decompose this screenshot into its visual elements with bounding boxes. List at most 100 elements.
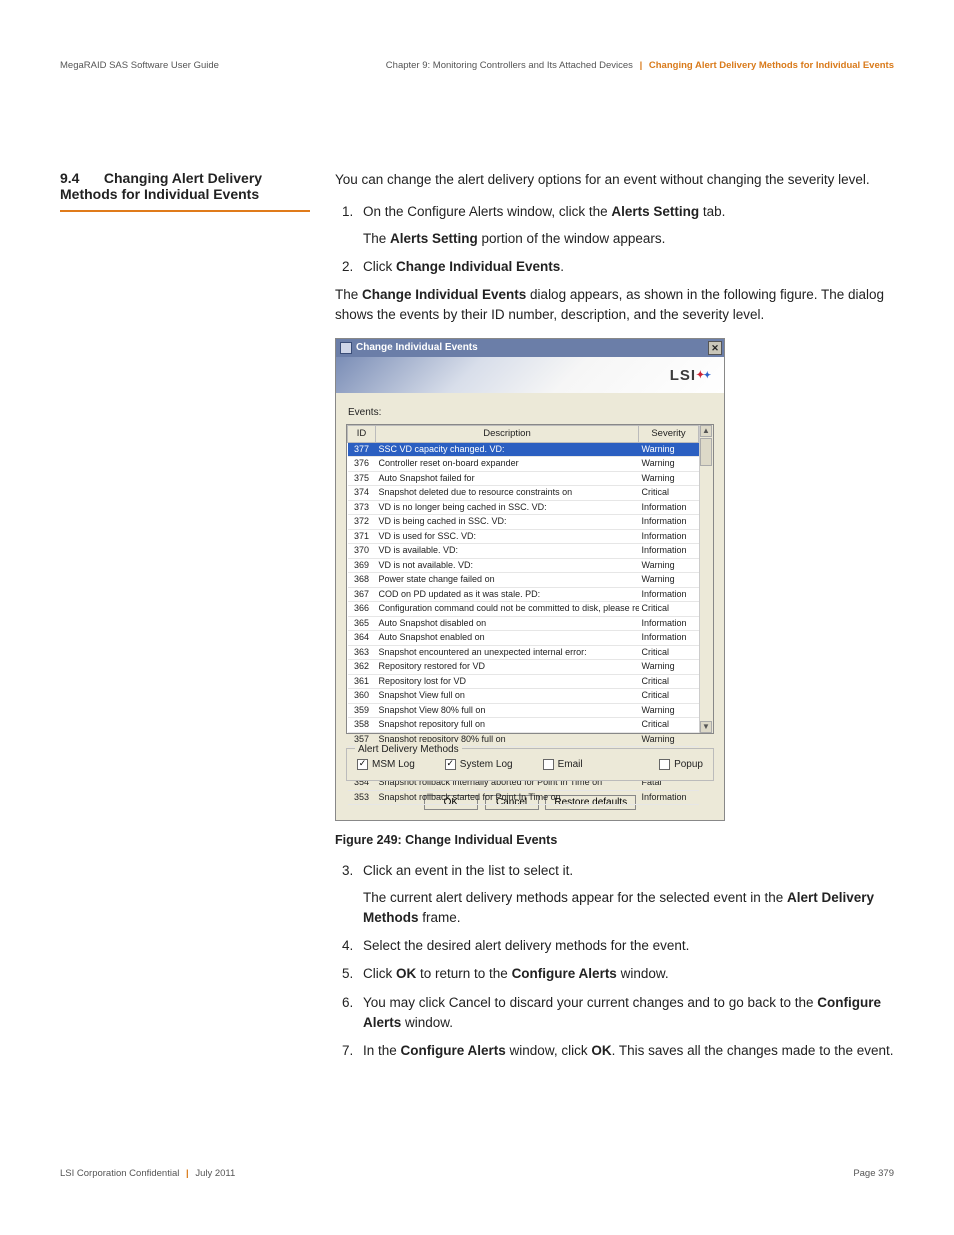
steps-list-1: On the Configure Alerts window, click th… xyxy=(357,202,894,277)
cell-severity: Information xyxy=(639,544,699,559)
table-row[interactable]: 371VD is used for SSC. VD:Information xyxy=(348,529,699,544)
cell-id: 368 xyxy=(348,573,376,588)
msm-log-checkbox[interactable]: ✓ MSM Log xyxy=(357,757,415,772)
scroll-down-icon[interactable]: ▼ xyxy=(700,721,712,733)
table-row[interactable]: 375Auto Snapshot failed forWarning xyxy=(348,471,699,486)
dialog-banner: LSI✦ xyxy=(336,357,724,393)
checkbox-icon[interactable]: ✓ xyxy=(357,759,368,770)
cell-id: 359 xyxy=(348,703,376,718)
pre-figure-paragraph: The Change Individual Events dialog appe… xyxy=(335,285,894,326)
lsi-logo: LSI✦ xyxy=(670,365,712,388)
table-row[interactable]: 373VD is no longer being cached in SSC. … xyxy=(348,500,699,515)
steps-list-2: Click an event in the list to select it.… xyxy=(357,861,894,1061)
table-row[interactable]: 374Snapshot deleted due to resource cons… xyxy=(348,486,699,501)
section-breadcrumb: Changing Alert Delivery Methods for Indi… xyxy=(649,60,894,71)
cell-severity: Critical xyxy=(639,486,699,501)
cell-severity: Critical xyxy=(639,689,699,704)
cell-severity: Warning xyxy=(639,457,699,472)
close-icon[interactable]: ✕ xyxy=(708,341,722,355)
table-row[interactable]: 372VD is being cached in SSC. VD:Informa… xyxy=(348,515,699,530)
table-row[interactable]: 360Snapshot View full onCritical xyxy=(348,689,699,704)
dialog-body: Events: ID Description Severity 377SSC V… xyxy=(336,393,724,820)
cell-id: 375 xyxy=(348,471,376,486)
events-table[interactable]: ID Description Severity 377SSC VD capaci… xyxy=(347,425,699,733)
section-number: 9.4 xyxy=(60,170,100,186)
table-row[interactable]: 364Auto Snapshot enabled onInformation xyxy=(348,631,699,646)
cell-id: 371 xyxy=(348,529,376,544)
cell-description: Snapshot View 80% full on xyxy=(376,703,639,718)
table-row[interactable]: 362Repository restored for VDWarning xyxy=(348,660,699,675)
table-row[interactable]: 353Snapshot rollback started for Point I… xyxy=(348,790,699,805)
cell-id: 361 xyxy=(348,674,376,689)
table-row[interactable]: 366Configuration command could not be co… xyxy=(348,602,699,617)
checkbox-icon[interactable]: ✓ xyxy=(445,759,456,770)
cell-severity: Information xyxy=(639,587,699,602)
cell-id: 364 xyxy=(348,631,376,646)
scroll-up-icon[interactable]: ▲ xyxy=(700,425,712,437)
cell-severity: Warning xyxy=(639,573,699,588)
cell-severity: Information xyxy=(639,790,699,805)
popup-checkbox[interactable]: Popup xyxy=(659,757,703,772)
step-5: Click OK to return to the Configure Aler… xyxy=(357,964,894,984)
cell-description: Snapshot encountered an unexpected inter… xyxy=(376,645,639,660)
cell-id: 353 xyxy=(348,790,376,805)
cell-description: Snapshot rollback started for Point In T… xyxy=(376,790,639,805)
events-table-wrap: ID Description Severity 377SSC VD capaci… xyxy=(346,424,714,734)
step-7: In the Configure Alerts window, click OK… xyxy=(357,1041,894,1061)
scrollbar[interactable]: ▲ ▼ xyxy=(699,425,713,733)
page-footer: LSI Corporation Confidential | July 2011… xyxy=(60,1168,894,1179)
system-log-checkbox[interactable]: ✓ System Log xyxy=(445,757,513,772)
doc-title: MegaRAID SAS Software User Guide xyxy=(60,60,219,71)
table-row[interactable]: 370VD is available. VD:Information xyxy=(348,544,699,559)
table-row[interactable]: 361Repository lost for VDCritical xyxy=(348,674,699,689)
cell-id: 366 xyxy=(348,602,376,617)
table-row[interactable]: 367COD on PD updated as it was stale. PD… xyxy=(348,587,699,602)
cell-severity: Warning xyxy=(639,442,699,457)
cell-id: 358 xyxy=(348,718,376,733)
col-id[interactable]: ID xyxy=(348,425,376,442)
change-individual-events-dialog: Change Individual Events ✕ LSI✦ Events: … xyxy=(335,338,725,821)
cell-description: Snapshot View full on xyxy=(376,689,639,704)
cell-id: 370 xyxy=(348,544,376,559)
table-row[interactable]: 376Controller reset on-board expanderWar… xyxy=(348,457,699,472)
cell-severity: Information xyxy=(639,529,699,544)
step-2: Click Change Individual Events. xyxy=(357,257,894,277)
cell-severity: Warning xyxy=(639,558,699,573)
table-row[interactable]: 377SSC VD capacity changed. VD:Warning xyxy=(348,442,699,457)
cell-severity: Critical xyxy=(639,645,699,660)
table-row[interactable]: 358Snapshot repository full onCritical xyxy=(348,718,699,733)
dialog-titlebar[interactable]: Change Individual Events ✕ xyxy=(336,339,724,357)
email-checkbox[interactable]: Email xyxy=(543,757,583,772)
chapter-label: Chapter 9: Monitoring Controllers and It… xyxy=(386,60,633,71)
table-row[interactable]: 368Power state change failed onWarning xyxy=(348,573,699,588)
scroll-thumb[interactable] xyxy=(700,438,712,466)
table-row[interactable]: 365Auto Snapshot disabled onInformation xyxy=(348,616,699,631)
col-severity[interactable]: Severity xyxy=(639,425,699,442)
cell-severity: Information xyxy=(639,515,699,530)
page-header: MegaRAID SAS Software User Guide Chapter… xyxy=(60,60,894,71)
cell-id: 369 xyxy=(348,558,376,573)
table-row[interactable]: 369VD is not available. VD:Warning xyxy=(348,558,699,573)
breadcrumb: Chapter 9: Monitoring Controllers and It… xyxy=(386,60,894,71)
table-row[interactable]: 359Snapshot View 80% full onWarning xyxy=(348,703,699,718)
checkbox-icon[interactable] xyxy=(543,759,554,770)
step-4: Select the desired alert delivery method… xyxy=(357,936,894,956)
cell-severity: Warning xyxy=(639,471,699,486)
checkbox-icon[interactable] xyxy=(659,759,670,770)
cell-description: VD is not available. VD: xyxy=(376,558,639,573)
cell-description: Auto Snapshot disabled on xyxy=(376,616,639,631)
cell-id: 374 xyxy=(348,486,376,501)
step-3: Click an event in the list to select it.… xyxy=(357,861,894,928)
cell-severity: Information xyxy=(639,631,699,646)
cell-description: COD on PD updated as it was stale. PD: xyxy=(376,587,639,602)
cell-severity: Warning xyxy=(639,732,699,747)
cell-description: Auto Snapshot failed for xyxy=(376,471,639,486)
cell-severity: Warning xyxy=(639,660,699,675)
cell-description: Repository restored for VD xyxy=(376,660,639,675)
cell-severity: Warning xyxy=(639,703,699,718)
table-row[interactable]: 363Snapshot encountered an unexpected in… xyxy=(348,645,699,660)
adm-legend: Alert Delivery Methods xyxy=(355,742,462,757)
col-description[interactable]: Description xyxy=(376,425,639,442)
cell-id: 367 xyxy=(348,587,376,602)
intro-paragraph: You can change the alert delivery option… xyxy=(335,170,894,190)
